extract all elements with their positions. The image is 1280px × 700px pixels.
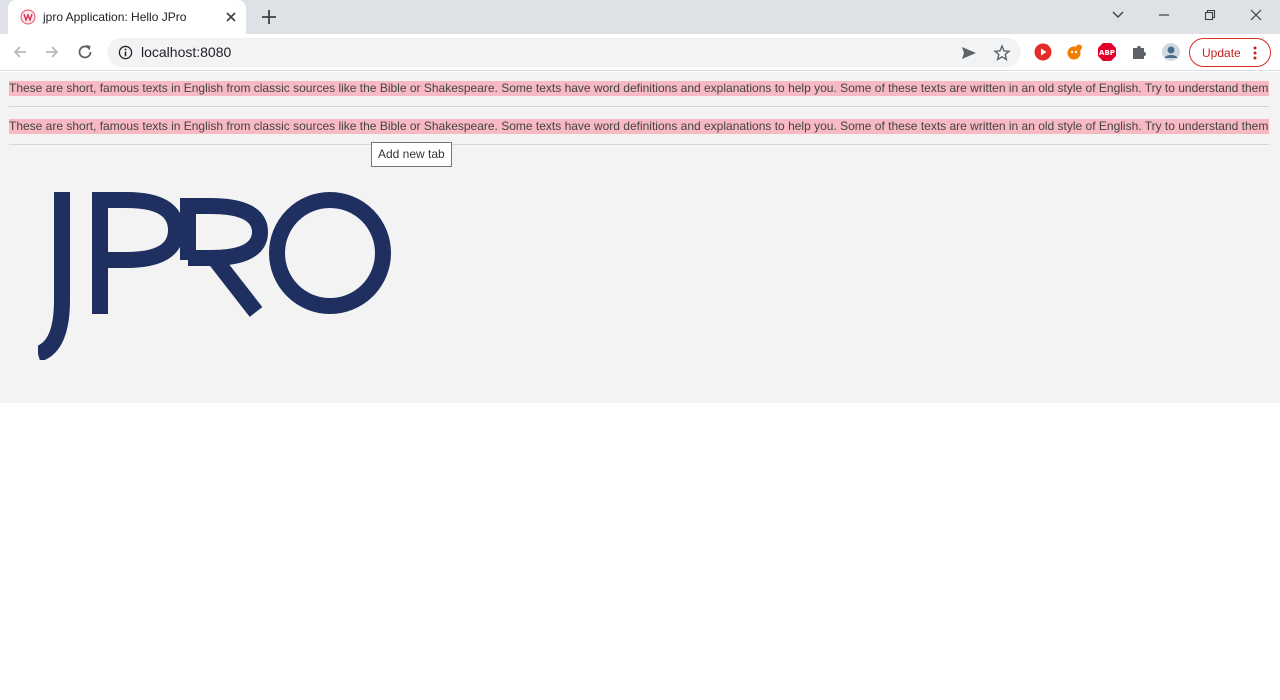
- forward-button[interactable]: [40, 40, 64, 64]
- more-vert-icon: [1253, 46, 1257, 60]
- arrow-left-icon: [13, 46, 26, 58]
- browser-tab[interactable]: jpro Application: Hello JPro: [8, 0, 246, 34]
- row-divider: [9, 106, 1269, 107]
- jpro-logo: [38, 192, 391, 360]
- send-icon[interactable]: [960, 44, 978, 62]
- chevron-down-icon: [1112, 11, 1124, 18]
- youtube-extension-icon[interactable]: [1033, 42, 1053, 62]
- reload-button[interactable]: [73, 40, 97, 64]
- update-button[interactable]: Update: [1189, 38, 1271, 67]
- text-row: These are short, famous texts in English…: [9, 119, 1269, 134]
- jpro-favicon-icon: [20, 9, 36, 25]
- tab-strip: jpro Application: Hello JPro: [0, 0, 1280, 34]
- restore-button[interactable]: [1187, 0, 1233, 30]
- page-content: These are short, famous texts in English…: [0, 72, 1280, 403]
- tab-search-button[interactable]: [1095, 0, 1141, 30]
- browser-toolbar: localhost:8080 ABP Update: [0, 34, 1280, 71]
- tooltip: Add new tab: [371, 142, 452, 167]
- minimize-icon: [1159, 14, 1169, 16]
- reload-icon: [78, 45, 92, 59]
- arrow-right-icon: [46, 46, 59, 58]
- text-row: These are short, famous texts in English…: [9, 81, 1269, 96]
- row-divider: [9, 144, 1269, 145]
- restore-icon: [1204, 9, 1216, 21]
- adblock-plus-icon[interactable]: ABP: [1097, 42, 1117, 62]
- close-tab-icon[interactable]: [223, 9, 239, 25]
- back-button[interactable]: [8, 40, 32, 64]
- puzzle-extensions-icon[interactable]: [1129, 42, 1149, 62]
- url-text[interactable]: localhost:8080: [141, 45, 231, 60]
- address-bar[interactable]: localhost:8080: [107, 38, 1021, 67]
- new-tab-icon[interactable]: [258, 6, 280, 28]
- svg-text:ABP: ABP: [1099, 49, 1115, 57]
- close-icon: [1250, 9, 1262, 21]
- orange-extension-icon[interactable]: [1065, 42, 1085, 62]
- minimize-button[interactable]: [1141, 0, 1187, 30]
- update-label: Update: [1202, 46, 1241, 60]
- bookmark-star-icon[interactable]: [993, 44, 1011, 62]
- close-window-button[interactable]: [1233, 0, 1279, 30]
- info-icon[interactable]: [118, 45, 133, 60]
- tab-title: jpro Application: Hello JPro: [43, 10, 187, 24]
- profile-avatar-icon[interactable]: [1161, 42, 1181, 62]
